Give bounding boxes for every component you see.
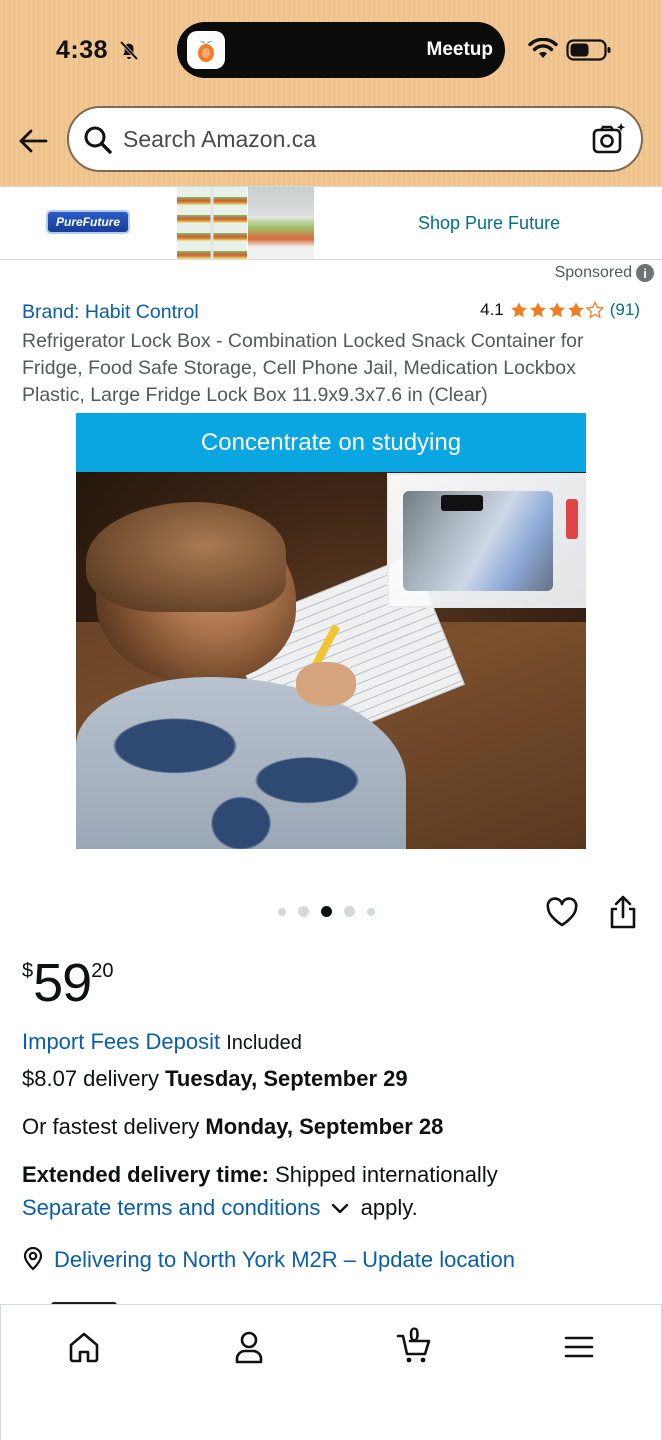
- fastest-delivery-line: Or fastest delivery Monday, September 28: [22, 1114, 443, 1140]
- search-icon: [84, 126, 112, 154]
- star-rating: [510, 301, 604, 319]
- carousel-dot-active[interactable]: [321, 906, 332, 917]
- import-fees-suffix: Included: [226, 1032, 302, 1054]
- bell-slash-icon: [119, 40, 139, 61]
- search-nav-row: [0, 104, 662, 176]
- meetup-app-icon: [187, 31, 225, 69]
- top-header: 4:38 Meetup: [0, 0, 662, 186]
- rating-count: (91): [609, 300, 640, 319]
- banner-product-image: [248, 187, 314, 259]
- extended-delivery-line: Extended delivery time: Shipped internat…: [22, 1162, 498, 1188]
- wishlist-heart-icon[interactable]: [545, 896, 579, 930]
- tab-menu[interactable]: [559, 1327, 599, 1367]
- tab-home[interactable]: [64, 1327, 104, 1367]
- back-arrow-icon[interactable]: [16, 124, 50, 158]
- import-fees-link[interactable]: Import Fees Deposit: [22, 1029, 220, 1054]
- product-title: Refrigerator Lock Box - Combination Lock…: [22, 330, 584, 406]
- extended-delivery-text: Shipped internationally: [275, 1162, 498, 1187]
- star-full-icon: [529, 302, 546, 318]
- sponsored-brand-banner[interactable]: PureFuture Shop Pure Future: [0, 186, 662, 260]
- menu-icon: [564, 1336, 594, 1358]
- image-box-lock: [441, 495, 483, 511]
- tab-cart[interactable]: 0: [394, 1325, 434, 1367]
- delivery-location-line[interactable]: Delivering to North York M2R – Update lo…: [22, 1247, 515, 1273]
- terms-line: Separate terms and conditions apply.: [22, 1195, 418, 1221]
- image-carousel-dots: [278, 906, 375, 917]
- location-pin-icon: [23, 1247, 43, 1271]
- share-icon[interactable]: [606, 894, 640, 930]
- delivery-location-link[interactable]: Delivering to North York M2R – Update lo…: [54, 1247, 515, 1272]
- status-bar: 4:38 Meetup: [0, 0, 662, 100]
- terms-link[interactable]: Separate terms and conditions: [22, 1195, 320, 1220]
- terms-suffix: apply.: [360, 1195, 418, 1220]
- search-bar[interactable]: [67, 106, 643, 172]
- wifi-icon: [528, 38, 558, 58]
- standard-delivery-date: Tuesday, September 29: [165, 1066, 408, 1091]
- shop-brand-link[interactable]: Shop Pure Future: [418, 213, 560, 234]
- banner-product-image: [177, 187, 247, 259]
- extended-delivery-label: Extended delivery time:: [22, 1162, 269, 1187]
- home-icon: [69, 1332, 99, 1363]
- image-caption: Concentrate on studying: [76, 413, 586, 472]
- carousel-dot[interactable]: [298, 906, 309, 917]
- carousel-dot[interactable]: [367, 907, 375, 916]
- star-full-icon: [510, 302, 527, 318]
- chevron-down-icon[interactable]: [331, 1202, 349, 1216]
- standard-delivery-line: $8.07 delivery Tuesday, September 29: [22, 1066, 408, 1092]
- account-icon: [235, 1331, 263, 1364]
- cart-count-badge: 0: [409, 1325, 420, 1346]
- carousel-dot[interactable]: [344, 906, 355, 917]
- live-activity-label: Meetup: [426, 39, 494, 60]
- star-empty-icon: [585, 301, 604, 319]
- status-time: 4:38: [56, 36, 109, 64]
- import-fees-line: Import Fees Deposit Included: [22, 1029, 302, 1055]
- dynamic-island[interactable]: Meetup: [177, 22, 505, 78]
- rating-summary[interactable]: 4.1 (91): [480, 300, 640, 320]
- search-input[interactable]: [123, 122, 573, 156]
- price-fraction: 20: [91, 960, 114, 982]
- image-box-controller: [566, 499, 578, 539]
- fastest-delivery-date: Monday, September 28: [205, 1114, 444, 1139]
- battery-icon: [566, 39, 611, 61]
- product-price: $ 59 20: [22, 954, 113, 1012]
- image-child-hair: [86, 502, 286, 612]
- sponsored-text: Sponsored: [554, 264, 632, 281]
- info-icon[interactable]: i: [636, 264, 654, 282]
- star-full-icon: [567, 302, 584, 318]
- star-full-icon: [548, 302, 565, 318]
- sponsored-label[interactable]: Sponsored i: [555, 262, 654, 284]
- rating-value: 4.1: [480, 300, 504, 319]
- camera-search-icon[interactable]: [591, 122, 627, 156]
- fastest-delivery-prefix: Or fastest delivery: [22, 1114, 200, 1139]
- tab-account[interactable]: [229, 1327, 269, 1367]
- brand-logo: PureFuture: [46, 210, 130, 234]
- brand-link[interactable]: Brand: Habit Control: [22, 301, 199, 324]
- image-child-hand: [296, 662, 356, 706]
- product-image[interactable]: Concentrate on studying: [76, 413, 586, 849]
- bottom-tab-bar: 0: [0, 1304, 662, 1440]
- price-currency: $: [22, 960, 34, 982]
- carousel-dot[interactable]: [278, 907, 286, 916]
- price-whole: 59: [33, 953, 92, 1013]
- standard-delivery-price: $8.07 delivery: [22, 1066, 159, 1091]
- image-lock-box: [387, 473, 586, 608]
